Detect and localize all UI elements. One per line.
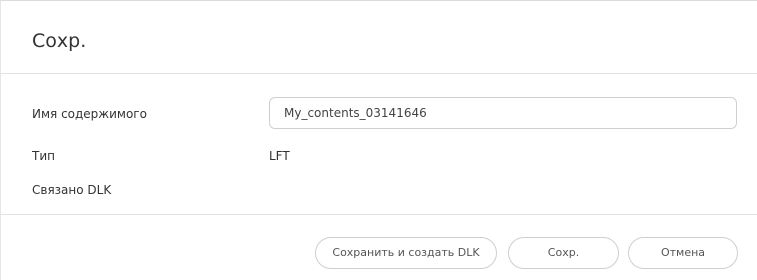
save-dialog: Сохр. Имя содержимого Тип LFT Связано DL…	[0, 0, 757, 280]
type-value: LFT	[269, 149, 290, 163]
save-button[interactable]: Сохр.	[508, 237, 619, 269]
type-label: Тип	[32, 149, 55, 163]
content-name-input[interactable]	[269, 97, 737, 129]
cancel-button[interactable]: Отмена	[628, 237, 738, 269]
linked-dlk-label: Связано DLK	[32, 183, 112, 197]
save-and-create-dlk-button[interactable]: Сохранить и создать DLK	[315, 237, 497, 269]
dialog-header: Сохр.	[1, 1, 757, 74]
dialog-title: Сохр.	[32, 30, 87, 52]
footer-divider	[1, 214, 757, 215]
content-name-label: Имя содержимого	[32, 107, 147, 121]
